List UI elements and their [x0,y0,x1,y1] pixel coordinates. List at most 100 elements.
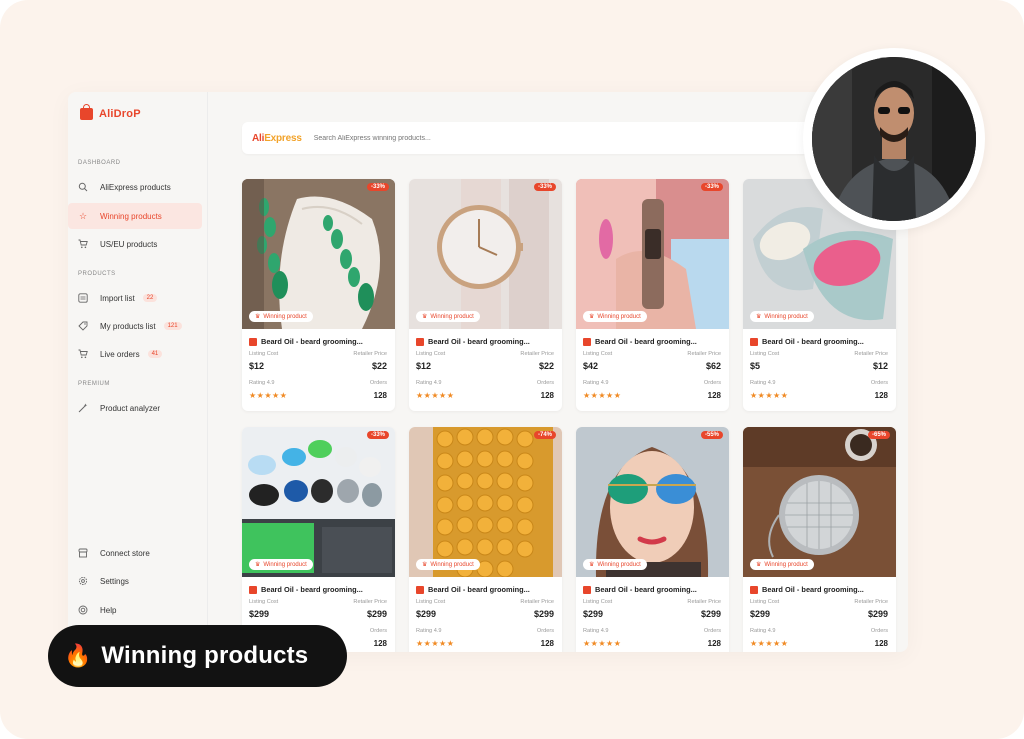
product-title[interactable]: Beard Oil - beard grooming... [750,337,864,346]
sidebar-item-my-products-list[interactable]: My products list 121 [68,313,202,339]
count-badge: 121 [163,322,182,330]
product-title[interactable]: Beard Oil - beard grooming... [583,337,697,346]
banner-text: Winning products [101,642,309,669]
sidebar-item-product-analyzer[interactable]: Product analyzer [68,395,202,421]
sidebar-item-connect-store[interactable]: Connect store [68,540,202,566]
sidebar-item-label: Live orders [100,349,140,359]
orders-value: 128 [874,391,888,400]
crown-icon: ♛ [422,314,428,320]
product-title[interactable]: Beard Oil - beard grooming... [249,585,363,594]
retailer-price-value: $12 [872,361,888,371]
rating-label: Rating 4.9 [583,380,609,386]
sidebar-item-winning-products[interactable]: ☆ Winning products [68,203,202,229]
retailer-price-value: $299 [700,609,721,619]
sidebar-item-live-orders[interactable]: Live orders 41 [68,341,202,367]
listing-cost-label: Listing Cost [416,599,446,605]
rating-stars: ★★★★★ [750,391,789,400]
section-label-premium: PREMIUM [78,381,110,387]
fire-icon: 🔥 [64,643,92,668]
retailer-price-label: Retailer Price [353,599,387,605]
discount-badge: -33% [533,183,556,191]
product-image[interactable]: -33% ♛ Winning product [409,179,562,329]
star-icon: ☆ [78,210,88,221]
winning-products-banner: 🔥 Winning products [48,625,347,687]
help-icon [78,605,88,615]
main-content: AliExpress Search AliExpress winning pro… [208,92,908,652]
aliexpress-icon [750,337,758,346]
product-card[interactable]: -33% ♛ Winning product Beard Oil - beard … [409,179,562,411]
product-image[interactable]: -65% ♛ Winning product [743,427,896,577]
rating-label: Rating 4.9 [583,628,609,634]
winning-product-badge: ♛ Winning product [750,559,814,570]
sidebar-item-label: US/EU products [100,239,158,249]
tag-icon [78,321,88,331]
product-card[interactable]: -33% ♛ Winning product Beard Oil - beard … [242,179,395,411]
product-card[interactable]: -74% ♛ Winning product Beard Oil - beard … [409,427,562,652]
listing-cost-value: $299 [583,609,604,619]
sidebar-item-aliexpress-products[interactable]: AliExpress products [68,174,202,200]
listing-cost-label: Listing Cost [249,351,279,357]
product-title[interactable]: Beard Oil - beard grooming... [416,337,530,346]
sidebar-item-label: Import list [100,293,135,303]
product-image[interactable]: -33% ♛ Winning product [242,427,395,577]
listing-cost-label: Listing Cost [583,599,613,605]
count-badge: 41 [147,350,163,358]
aliexpress-icon [249,337,257,346]
winning-product-badge: ♛ Winning product [416,311,480,322]
search-input[interactable] [313,134,714,142]
crown-icon: ♛ [589,562,595,568]
sidebar-item-label: Winning products [100,211,162,221]
cart-icon [78,239,88,249]
retailer-price-label: Retailer Price [687,351,721,357]
sidebar-item-settings[interactable]: Settings [68,568,202,594]
listing-cost-value: $42 [583,361,599,371]
product-card[interactable]: -55% ♛ Winning product Beard Oil - beard … [576,427,729,652]
orders-label: Orders [703,628,721,634]
sidebar-item-help[interactable]: Help [68,597,202,623]
product-image[interactable]: -33% ♛ Winning product [576,179,729,329]
orders-label: Orders [870,380,888,386]
product-title[interactable]: Beard Oil - beard grooming... [583,585,697,594]
crown-icon: ♛ [756,314,762,320]
sidebar-item-import-list[interactable]: Import list 22 [68,285,202,311]
discount-badge: -65% [867,431,890,439]
store-icon [78,548,88,558]
rating-label: Rating 4.9 [750,380,776,386]
product-title[interactable]: Beard Oil - beard grooming... [249,337,363,346]
retailer-price-label: Retailer Price [520,351,554,357]
crown-icon: ♛ [589,314,595,320]
listing-cost-value: $5 [750,361,761,371]
shopping-bag-icon [80,104,93,120]
rating-stars: ★★★★★ [416,391,455,400]
gear-icon [78,576,88,586]
retailer-price-value: $299 [533,609,554,619]
rating-stars: ★★★★★ [249,391,288,400]
canvas: AliDroP DASHBOARD AliExpress products ☆ … [0,0,1024,739]
product-image[interactable]: -55% ♛ Winning product [576,427,729,577]
listing-cost-label: Listing Cost [750,351,780,357]
brand-logo[interactable]: AliDroP [80,104,141,120]
product-title[interactable]: Beard Oil - beard grooming... [750,585,864,594]
orders-value: 128 [540,639,554,648]
search-icon [78,182,88,192]
retailer-price-value: $22 [538,361,554,371]
orders-value: 128 [540,391,554,400]
product-title[interactable]: Beard Oil - beard grooming... [416,585,530,594]
sidebar-item-label: My products list [100,321,156,331]
winning-product-badge: ♛ Winning product [583,311,647,322]
product-image[interactable]: -33% ♛ Winning product [242,179,395,329]
crown-icon: ♛ [756,562,762,568]
product-card[interactable]: -33% ♛ Winning product Beard Oil - beard … [576,179,729,411]
product-card[interactable]: -65% ♛ Winning product Beard Oil - beard … [743,427,896,652]
winning-product-badge: ♛ Winning product [583,559,647,570]
crown-icon: ♛ [255,562,261,568]
retailer-price-value: $22 [371,361,387,371]
product-card[interactable]: -33% ♛ Winning product Beard Oil - beard … [242,427,395,652]
orders-value: 128 [874,639,888,648]
product-image[interactable]: -74% ♛ Winning product [409,427,562,577]
discount-badge: -33% [700,183,723,191]
sidebar-item-us-eu-products[interactable]: US/EU products [68,231,202,257]
orders-value: 128 [373,391,387,400]
search-bar[interactable]: AliExpress [242,122,852,154]
listing-cost-label: Listing Cost [249,599,279,605]
